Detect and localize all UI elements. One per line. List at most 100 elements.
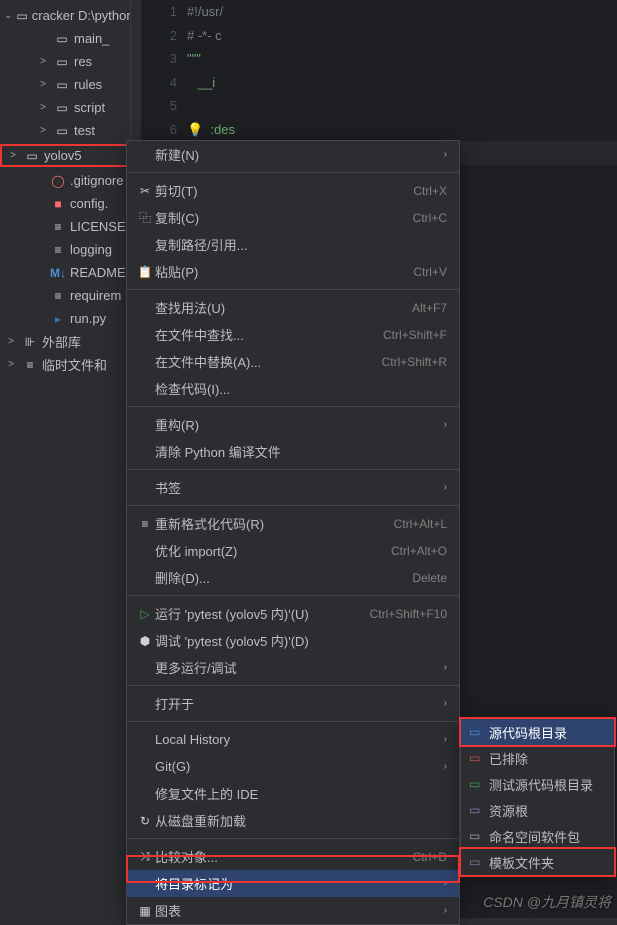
menu-item[interactable]: ▷运行 'pytest (yolov5 内)'(U)Ctrl+Shift+F10 — [127, 600, 459, 627]
tree-item[interactable]: >▭res — [0, 50, 130, 73]
menu-item[interactable]: 将目录标记为› — [127, 870, 459, 897]
menu-item[interactable]: ⿻复制(C)Ctrl+C — [127, 204, 459, 231]
tree-label: res — [74, 54, 92, 69]
shortcut: Ctrl+D — [413, 850, 447, 864]
menu-label: 清除 Python 编译文件 — [155, 442, 447, 461]
tree-label: 临时文件和 — [42, 355, 107, 374]
tree-item[interactable]: >▭test — [0, 119, 130, 142]
shortcut: Ctrl+Shift+R — [382, 355, 447, 369]
menu-label: 将目录标记为 — [155, 874, 444, 893]
menu-item[interactable]: 复制路径/引用... — [127, 231, 459, 258]
menu-item[interactable]: ✂剪切(T)Ctrl+X — [127, 177, 459, 204]
tree-item[interactable]: >⊪外部库 — [0, 330, 130, 353]
tree-label: test — [74, 123, 95, 138]
submenu-label: 源代码根目录 — [489, 723, 567, 742]
menu-item[interactable]: 书签› — [127, 474, 459, 501]
menu-label: 重新格式化代码(R) — [155, 514, 394, 533]
menu-icon: ⤨ — [135, 849, 155, 864]
tree-root[interactable]: ⌄ ▭ cracker D:\python\cracker — [0, 4, 130, 27]
tree-label: README — [70, 265, 126, 280]
menu-item[interactable]: 📋粘贴(P)Ctrl+V — [127, 258, 459, 285]
submenu-item[interactable]: ▭资源根 — [461, 797, 614, 823]
menu-item[interactable]: ↻从磁盘重新加载 — [127, 807, 459, 834]
menu-item[interactable]: ⬢调试 'pytest (yolov5 内)'(D) — [127, 627, 459, 654]
menu-item[interactable]: 在文件中查找...Ctrl+Shift+F — [127, 321, 459, 348]
tree-item[interactable]: ▸run.py — [0, 307, 130, 330]
shortcut: Ctrl+Shift+F10 — [370, 607, 447, 621]
tree-item[interactable]: ▭ main_ — [0, 27, 130, 50]
menu-item[interactable]: 修复文件上的 IDE — [127, 780, 459, 807]
menu-label: 书签 — [155, 478, 444, 497]
menu-item[interactable]: Git(G)› — [127, 753, 459, 780]
folder-icon: ▭ — [54, 32, 70, 46]
chevron-right-icon: › — [444, 662, 447, 673]
submenu-item[interactable]: ▭测试源代码根目录 — [461, 771, 614, 797]
folder-icon: ▭ — [469, 803, 483, 817]
menu-label: 粘贴(P) — [155, 262, 413, 281]
menu-icon: ⬢ — [135, 634, 155, 648]
submenu-item[interactable]: ▭ 源代码根目录 — [461, 719, 614, 745]
shortcut: Ctrl+Shift+F — [383, 328, 447, 342]
shortcut: Ctrl+C — [413, 211, 447, 225]
submenu-item[interactable]: ▭命名空间软件包 — [461, 823, 614, 849]
menu-item[interactable]: 清除 Python 编译文件 — [127, 438, 459, 465]
tree-item[interactable]: ≡ logging — [0, 238, 130, 261]
tree-label: run.py — [70, 311, 106, 326]
tree-label: 外部库 — [42, 332, 81, 351]
menu-label: 比较对象... — [155, 847, 413, 866]
tree-item[interactable]: ≡requirem — [0, 284, 130, 307]
submenu-item[interactable]: ▭模板文件夹 — [461, 849, 614, 875]
tree-label: script — [74, 100, 105, 115]
menu-item[interactable]: 打开于› — [127, 690, 459, 717]
menu-item[interactable]: 在文件中替换(A)...Ctrl+Shift+R — [127, 348, 459, 375]
project-tree[interactable]: ⌄ ▭ cracker D:\python\cracker ▭ main_ >▭re… — [0, 0, 130, 918]
menu-icon: ✂ — [135, 184, 155, 198]
menu-label: 打开于 — [155, 694, 444, 713]
tree-item[interactable]: ≡LICENSE — [0, 215, 130, 238]
menu-label: 删除(D)... — [155, 568, 412, 587]
tree-label: config. — [70, 196, 108, 211]
tree-label: yolov5 — [44, 148, 82, 163]
mark-directory-submenu[interactable]: ▭ 源代码根目录 ▭已排除▭测试源代码根目录▭资源根▭命名空间软件包▭模板文件夹 — [460, 718, 615, 876]
tree-item[interactable]: ◯.gitignore — [0, 169, 130, 192]
tree-root-label: cracker D:\python\cracker — [32, 8, 130, 23]
menu-label: 图表 — [155, 901, 444, 920]
chevron-right-icon: › — [444, 698, 447, 709]
context-menu[interactable]: 新建(N)› ✂剪切(T)Ctrl+X⿻复制(C)Ctrl+C 复制路径/引用...… — [126, 140, 460, 925]
menu-item[interactable]: 新建(N)› — [127, 141, 459, 168]
file-icon: ≡ — [50, 220, 66, 234]
menu-label: 复制路径/引用... — [155, 235, 447, 254]
tree-item[interactable]: >▭rules — [0, 73, 130, 96]
folder-icon: ▭ — [16, 9, 27, 23]
menu-icon: ↻ — [135, 814, 155, 828]
menu-item[interactable]: ≡重新格式化代码(R)Ctrl+Alt+L — [127, 510, 459, 537]
folder-icon: ▭ — [469, 725, 483, 739]
menu-item[interactable]: ▦图表› — [127, 897, 459, 924]
tree-item-selected[interactable]: > ▭ yolov5 — [0, 144, 130, 167]
menu-label: 调试 'pytest (yolov5 内)'(D) — [155, 631, 447, 650]
menu-item[interactable]: Local History› — [127, 726, 459, 753]
menu-label: 检查代码(I)... — [155, 379, 447, 398]
bulb-icon[interactable]: 💡 — [187, 122, 203, 137]
menu-item[interactable]: 查找用法(U)Alt+F7 — [127, 294, 459, 321]
folder-icon: ▭ — [54, 124, 70, 138]
menu-label: 从磁盘重新加载 — [155, 811, 447, 830]
menu-label: 运行 'pytest (yolov5 内)'(U) — [155, 604, 370, 623]
shortcut: Ctrl+X — [413, 184, 447, 198]
tree-label: main_ — [74, 31, 109, 46]
file-icon: ◯ — [50, 174, 66, 188]
tree-item[interactable]: M↓README — [0, 261, 130, 284]
file-icon: ≡ — [50, 289, 66, 303]
menu-item[interactable]: 优化 import(Z)Ctrl+Alt+O — [127, 537, 459, 564]
submenu-item[interactable]: ▭已排除 — [461, 745, 614, 771]
menu-item[interactable]: 更多运行/调试› — [127, 654, 459, 681]
menu-item[interactable]: 重构(R)› — [127, 411, 459, 438]
tree-label: logging — [70, 242, 112, 257]
tree-item[interactable]: >▭script — [0, 96, 130, 119]
menu-item[interactable]: 检查代码(I)... — [127, 375, 459, 402]
menu-item[interactable]: ⤨比较对象...Ctrl+D — [127, 843, 459, 870]
file-icon: ≡ — [50, 243, 66, 257]
tree-item[interactable]: >≡临时文件和 — [0, 353, 130, 376]
tree-item[interactable]: ■config. — [0, 192, 130, 215]
menu-item[interactable]: 删除(D)...Delete — [127, 564, 459, 591]
